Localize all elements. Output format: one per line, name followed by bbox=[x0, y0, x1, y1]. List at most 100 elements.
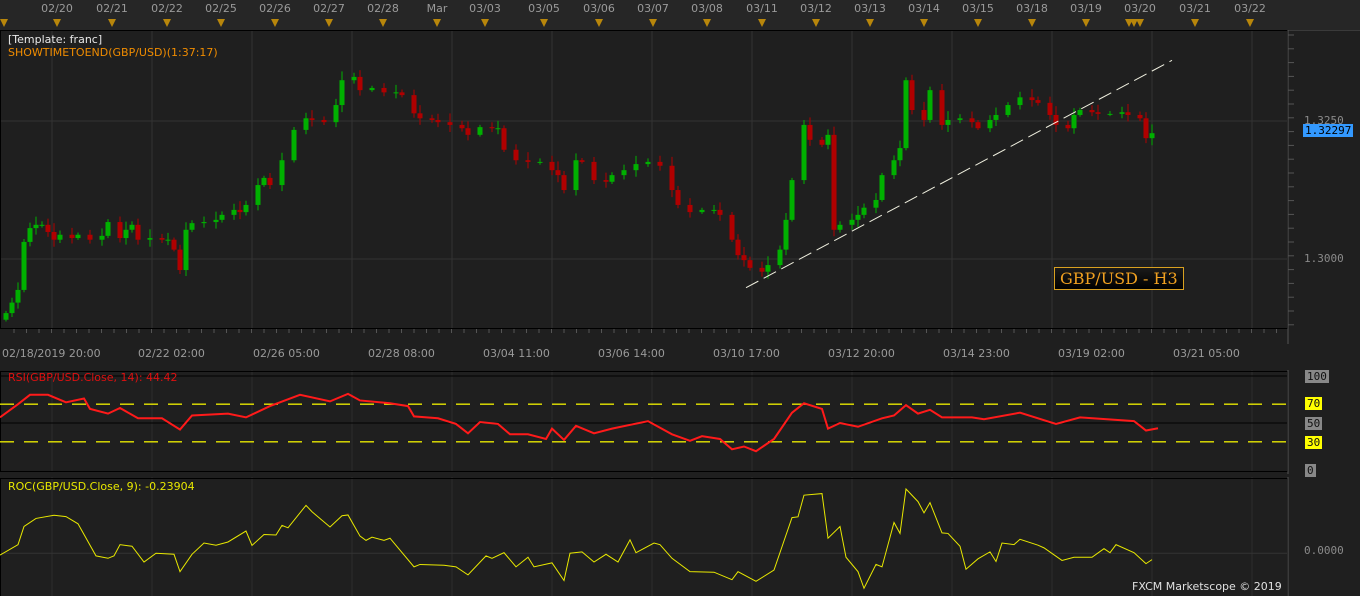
candle-body bbox=[921, 110, 927, 120]
candle-body bbox=[993, 114, 999, 120]
candle-body bbox=[789, 180, 795, 220]
candle-body bbox=[873, 199, 879, 208]
symbol-timeframe-badge: GBP/USD - H3 bbox=[1054, 267, 1184, 290]
roc-zero-label: 0.0000 bbox=[1304, 544, 1344, 557]
day-marker-icon bbox=[0, 19, 8, 27]
day-marker-icon bbox=[325, 19, 333, 27]
candle-body bbox=[927, 90, 933, 120]
candle-body bbox=[219, 214, 225, 220]
candle-body bbox=[777, 249, 783, 266]
candle-body bbox=[891, 160, 897, 176]
candle-body bbox=[165, 239, 171, 241]
candle-body bbox=[117, 222, 123, 239]
day-marker-icon bbox=[595, 19, 603, 27]
candle-body bbox=[369, 87, 375, 91]
date-label: 02/26 bbox=[259, 2, 291, 15]
candle-body bbox=[855, 214, 861, 220]
current-price-tag: 1.32297 bbox=[1303, 124, 1354, 137]
candle-body bbox=[975, 122, 981, 129]
time-label: 03/19 02:00 bbox=[1058, 347, 1125, 360]
candle-body bbox=[447, 122, 453, 125]
day-marker-icon bbox=[217, 19, 225, 27]
candle-body bbox=[579, 160, 585, 162]
candle-body bbox=[555, 170, 561, 176]
panel-border bbox=[0, 478, 1288, 596]
candle-body bbox=[969, 118, 975, 123]
candle-body bbox=[861, 207, 867, 215]
candle-body bbox=[411, 95, 417, 114]
day-marker-icon bbox=[163, 19, 171, 27]
candle-body bbox=[1119, 112, 1125, 114]
candle-body bbox=[825, 134, 831, 145]
candle-body bbox=[1149, 133, 1155, 139]
candle-body bbox=[729, 214, 735, 240]
candle-body bbox=[477, 127, 483, 135]
rsi-panel[interactable] bbox=[0, 370, 1360, 474]
candle-body bbox=[1005, 105, 1011, 115]
candle-body bbox=[1071, 114, 1077, 129]
candle-body bbox=[303, 118, 309, 130]
template-label: [Template: franc] bbox=[8, 33, 103, 46]
day-marker-icon bbox=[433, 19, 441, 27]
candle-body bbox=[33, 224, 39, 229]
trendline bbox=[745, 59, 1173, 289]
candle-body bbox=[957, 118, 963, 120]
day-marker-icon bbox=[1028, 19, 1036, 27]
day-marker-icon bbox=[1130, 19, 1138, 27]
candle-body bbox=[939, 90, 945, 125]
candle-body bbox=[537, 161, 543, 163]
candle-body bbox=[1089, 110, 1095, 113]
time-label: 02/28 08:00 bbox=[368, 347, 435, 360]
candle-body bbox=[465, 128, 471, 135]
time-label: 03/21 05:00 bbox=[1173, 347, 1240, 360]
candle-body bbox=[609, 175, 615, 182]
rsi-tick-30: 30 bbox=[1305, 436, 1323, 449]
roc-panel[interactable] bbox=[0, 477, 1360, 596]
candle-body bbox=[633, 164, 639, 171]
candle-body bbox=[243, 204, 249, 213]
candle-body bbox=[393, 92, 399, 94]
candle-body bbox=[1107, 113, 1113, 115]
time-label: 03/14 23:00 bbox=[943, 347, 1010, 360]
candle-body bbox=[717, 209, 723, 215]
date-label: 03/06 bbox=[583, 2, 615, 15]
candle-body bbox=[909, 80, 915, 111]
rsi-tick-70: 70 bbox=[1305, 397, 1323, 410]
candle-body bbox=[879, 175, 885, 200]
candle-body bbox=[837, 224, 843, 230]
candle-body bbox=[27, 228, 33, 242]
rsi-tick-50: 50 bbox=[1305, 417, 1323, 430]
candle-body bbox=[69, 234, 75, 239]
candle-body bbox=[807, 124, 813, 140]
candle-body bbox=[549, 161, 555, 171]
candle-body bbox=[699, 209, 705, 213]
candle-body bbox=[255, 185, 261, 205]
day-marker-icon bbox=[481, 19, 489, 27]
roc-line bbox=[0, 487, 1153, 590]
candle-body bbox=[417, 113, 423, 119]
date-label: 02/25 bbox=[205, 2, 237, 15]
candle-body bbox=[561, 175, 567, 191]
candle-body bbox=[333, 105, 339, 123]
candle-body bbox=[945, 119, 951, 125]
candle-body bbox=[1065, 124, 1071, 129]
candle-body bbox=[183, 229, 189, 271]
candle-body bbox=[309, 118, 315, 120]
day-marker-icon bbox=[920, 19, 928, 27]
day-marker-icon bbox=[649, 19, 657, 27]
candle-body bbox=[351, 76, 357, 81]
candle-body bbox=[801, 124, 807, 181]
candle-body bbox=[159, 238, 165, 240]
candle-body bbox=[903, 80, 909, 149]
time-label: 03/04 11:00 bbox=[483, 347, 550, 360]
day-marker-icon bbox=[866, 19, 874, 27]
candle-body bbox=[237, 209, 243, 213]
candle-body bbox=[819, 139, 825, 145]
candle-body bbox=[105, 222, 111, 236]
date-label: 03/07 bbox=[637, 2, 669, 15]
date-label: 03/15 bbox=[962, 2, 994, 15]
price-chart[interactable] bbox=[0, 30, 1360, 345]
candle-body bbox=[621, 170, 627, 176]
candle-body bbox=[459, 124, 465, 129]
date-label: 02/20 bbox=[41, 2, 73, 15]
